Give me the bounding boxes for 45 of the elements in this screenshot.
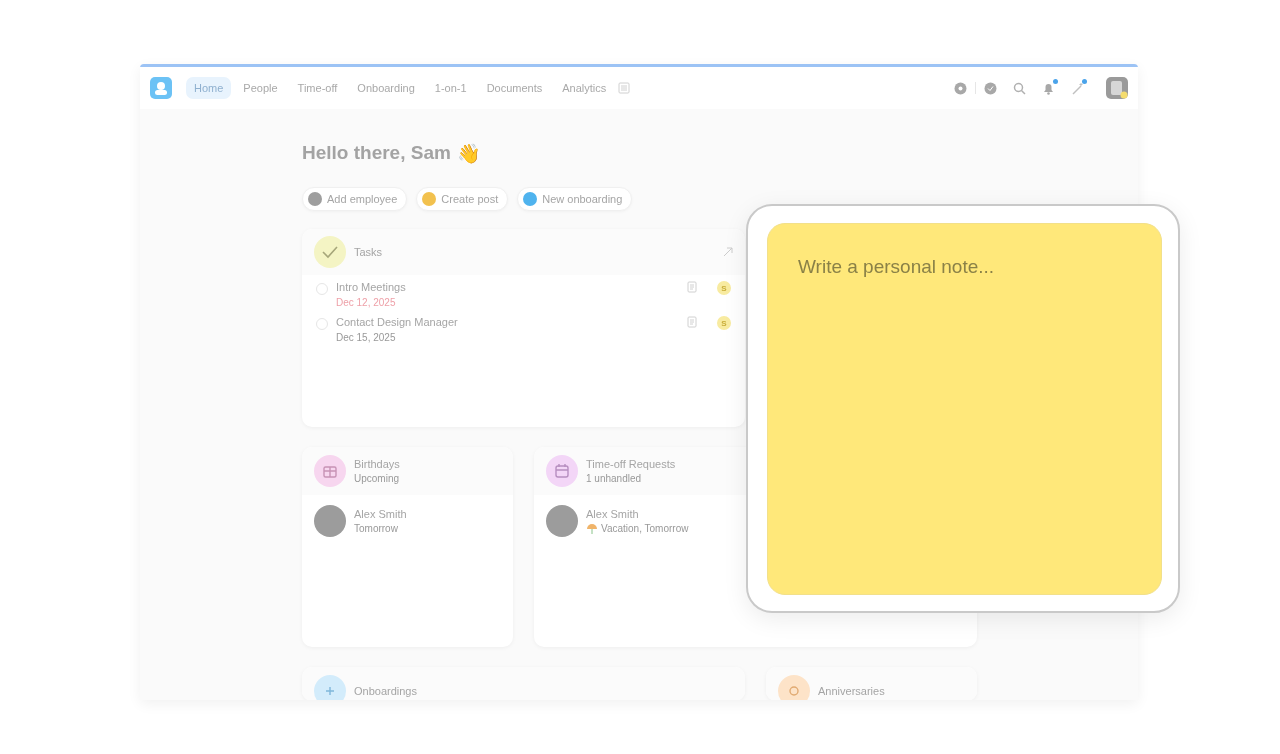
card-title: Onboardings	[354, 685, 417, 697]
personal-note-field[interactable]: Write a personal note...	[767, 223, 1162, 595]
person-name: Alex Smith	[586, 507, 640, 520]
nav-tab[interactable]: People	[235, 77, 286, 99]
wand-icon[interactable]	[1071, 81, 1084, 95]
assignee-badge: S	[717, 316, 731, 330]
person-name: Alex Smith	[354, 508, 407, 520]
document-icon[interactable]	[687, 281, 697, 293]
search-icon[interactable]	[1013, 81, 1026, 95]
person-detail: Vacation, Tomorrow	[601, 523, 689, 534]
quick-action-button[interactable]: Add employee	[302, 187, 408, 211]
card-title: Anniversaries	[818, 685, 885, 697]
user-avatar-icon[interactable]	[1106, 77, 1128, 99]
nav-tab[interactable]: Analytics	[554, 77, 615, 99]
assignee-badge: S	[717, 281, 731, 295]
task-title: Contact Design Manager	[336, 316, 459, 328]
card-subtitle: 1 unhandled	[586, 473, 643, 484]
quick-action-button[interactable]: New onboarding	[517, 187, 633, 211]
nav-tab[interactable]: Documents	[478, 77, 551, 99]
umbrella-icon	[586, 522, 598, 535]
avatar-placeholder	[314, 505, 346, 537]
card-title: Birthdays	[354, 458, 400, 470]
bell-icon[interactable]	[1042, 81, 1055, 95]
nav-tab[interactable]: Time-off	[289, 77, 346, 99]
person-detail: Tomorrow	[354, 523, 398, 534]
document-icon[interactable]	[687, 316, 697, 328]
card-title: Tasks	[354, 246, 384, 258]
greeting-heading: Hello there, Sam	[302, 142, 451, 165]
card-title: Time-off Requests	[586, 458, 676, 470]
expand-arrow-icon[interactable]	[723, 247, 733, 257]
nav-tab[interactable]: 1-on-1	[426, 77, 475, 99]
task-date: Dec 15, 2025	[336, 332, 397, 343]
settings-icon[interactable]	[954, 81, 967, 95]
card-subtitle: Upcoming	[354, 473, 400, 484]
nav-tab[interactable]: Home	[186, 77, 232, 99]
quick-action-button[interactable]: Create post	[416, 187, 509, 211]
check-icon	[314, 236, 346, 268]
check-circle-icon[interactable]	[984, 81, 997, 95]
task-title: Intro Meetings	[336, 281, 407, 293]
app-logo-icon[interactable]	[150, 77, 172, 99]
menu-icon[interactable]	[618, 82, 631, 94]
task-date: Dec 12, 2025	[336, 297, 397, 308]
avatar-placeholder	[546, 505, 578, 537]
nav-tab[interactable]: Onboarding	[349, 77, 423, 99]
waving-hand-emoji: 👋	[456, 142, 481, 165]
